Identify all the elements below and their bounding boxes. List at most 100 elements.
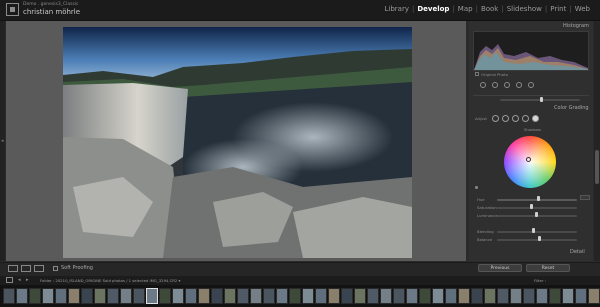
shadows-view-icon[interactable] <box>502 115 509 122</box>
balance-slider-handle[interactable] <box>538 236 541 241</box>
module-develop[interactable]: Develop <box>417 5 449 13</box>
filmstrip-thumbnail[interactable] <box>55 288 67 304</box>
compare-icon[interactable] <box>21 265 31 272</box>
filmstrip-thumbnail[interactable] <box>315 288 327 304</box>
filmstrip-thumbnail[interactable] <box>497 288 509 304</box>
filmstrip-thumbnail[interactable] <box>250 288 262 304</box>
panel-scrollbar-thumb[interactable] <box>595 150 599 184</box>
filmstrip-thumbnail[interactable] <box>237 288 249 304</box>
hue-value-field[interactable] <box>580 195 590 200</box>
filmstrip-thumbnail[interactable] <box>81 288 93 304</box>
module-separator: | <box>544 5 548 13</box>
photo-preview[interactable] <box>63 27 412 258</box>
previous-button[interactable]: Previous <box>478 264 522 272</box>
saturation-slider-track[interactable] <box>497 207 577 209</box>
midtones-view-icon[interactable] <box>512 115 519 122</box>
brush-icon[interactable] <box>528 82 534 88</box>
module-print[interactable]: Print <box>550 5 566 13</box>
filmstrip-thumbnail[interactable] <box>146 288 158 304</box>
hue-slider-handle[interactable] <box>537 196 540 201</box>
loupe-icon[interactable] <box>8 265 18 272</box>
filmstrip-thumbnail[interactable] <box>159 288 171 304</box>
module-web[interactable]: Web <box>575 5 590 13</box>
filmstrip-thumbnail[interactable] <box>29 288 41 304</box>
three-way-view-icon[interactable] <box>492 115 499 122</box>
filmstrip-thumbnail[interactable] <box>588 288 600 304</box>
filmstrip-thumbnail[interactable] <box>471 288 483 304</box>
filmstrip-thumbnail[interactable] <box>380 288 392 304</box>
filmstrip-thumbnail[interactable] <box>3 288 15 304</box>
filmstrip-thumbnail[interactable] <box>367 288 379 304</box>
filmstrip-thumbnail[interactable] <box>120 288 132 304</box>
module-separator: | <box>452 5 455 13</box>
color-wheel-handle[interactable] <box>526 157 531 162</box>
filmstrip-thumbnail[interactable] <box>328 288 340 304</box>
amount-slider-handle[interactable] <box>540 97 543 102</box>
filmstrip-thumbnail[interactable] <box>562 288 574 304</box>
luminance-dot-icon <box>475 186 478 189</box>
filmstrip-thumbnail[interactable] <box>341 288 353 304</box>
filmstrip-thumbnail[interactable] <box>68 288 80 304</box>
luminance-slider-handle[interactable] <box>535 212 538 217</box>
filmstrip-thumbnail[interactable] <box>276 288 288 304</box>
blending-slider-handle[interactable] <box>532 228 535 233</box>
filmstrip-thumbnail[interactable] <box>406 288 418 304</box>
highlights-view-icon[interactable] <box>522 115 529 122</box>
before-after-icon[interactable] <box>34 265 44 272</box>
filmstrip-thumbnail[interactable] <box>445 288 457 304</box>
back-arrow-icon[interactable]: ◂ <box>18 277 21 283</box>
healing-icon[interactable] <box>492 82 498 88</box>
filmstrip-thumbnail[interactable] <box>107 288 119 304</box>
filmstrip-thumbnail[interactable] <box>458 288 470 304</box>
detail-header[interactable]: Detail <box>570 249 585 255</box>
filmstrip-thumbnail[interactable] <box>198 288 210 304</box>
hue-label: Hue <box>477 197 485 202</box>
forward-arrow-icon[interactable]: ▸ <box>26 277 29 283</box>
original-photo-checkbox[interactable] <box>475 72 479 76</box>
filmstrip-thumbnail[interactable] <box>133 288 145 304</box>
filmstrip-thumbnail[interactable] <box>263 288 275 304</box>
module-map[interactable]: Map <box>458 5 473 13</box>
filmstrip-thumbnail[interactable] <box>289 288 301 304</box>
crop-icon[interactable] <box>480 82 486 88</box>
blending-slider-track[interactable] <box>497 231 577 233</box>
redeye-icon[interactable] <box>504 82 510 88</box>
expand-left-panel-icon[interactable]: ◂ <box>1 138 4 144</box>
filmstrip-thumbnail[interactable] <box>419 288 431 304</box>
filmstrip-thumbnail[interactable] <box>94 288 106 304</box>
module-book[interactable]: Book <box>481 5 498 13</box>
original-photo-label: Original Photo <box>481 72 508 77</box>
blending-label: Blending <box>477 229 494 234</box>
module-library[interactable]: Library <box>385 5 409 13</box>
filmstrip-source-info[interactable]: Folder : 20210_ISLAND_ORIGINE Sold photo… <box>40 278 180 283</box>
wheel-mode-label: Adjust <box>475 116 487 121</box>
filmstrip-thumbnail[interactable] <box>302 288 314 304</box>
color-wheel-icon[interactable] <box>504 136 556 188</box>
grid-icon[interactable] <box>6 277 13 283</box>
mask-icon[interactable] <box>516 82 522 88</box>
filmstrip-thumbnail[interactable] <box>523 288 535 304</box>
filmstrip-thumbnail[interactable] <box>432 288 444 304</box>
filmstrip-thumbnail[interactable] <box>575 288 587 304</box>
filmstrip-thumbnail[interactable] <box>172 288 184 304</box>
filmstrip-thumbnail[interactable] <box>484 288 496 304</box>
global-view-icon[interactable] <box>532 115 539 122</box>
filmstrip-thumbnail[interactable] <box>211 288 223 304</box>
balance-slider-track[interactable] <box>497 239 577 241</box>
panel-scrollbar[interactable] <box>594 21 600 261</box>
module-slideshow[interactable]: Slideshow <box>507 5 542 13</box>
color-grading-header[interactable]: Color Grading <box>554 105 589 111</box>
filmstrip-thumbnail[interactable] <box>510 288 522 304</box>
histogram-header[interactable]: Histogram <box>563 23 589 29</box>
filmstrip-thumbnail[interactable] <box>549 288 561 304</box>
saturation-slider-handle[interactable] <box>530 204 533 209</box>
filmstrip-thumbnail[interactable] <box>42 288 54 304</box>
filmstrip-thumbnail[interactable] <box>185 288 197 304</box>
filmstrip-thumbnail[interactable] <box>536 288 548 304</box>
reset-button[interactable]: Reset <box>526 264 570 272</box>
filmstrip-thumbnail[interactable] <box>224 288 236 304</box>
filmstrip-thumbnail[interactable] <box>393 288 405 304</box>
soft-proofing-checkbox[interactable] <box>53 266 58 271</box>
filmstrip-thumbnail[interactable] <box>354 288 366 304</box>
filmstrip-thumbnail[interactable] <box>16 288 28 304</box>
